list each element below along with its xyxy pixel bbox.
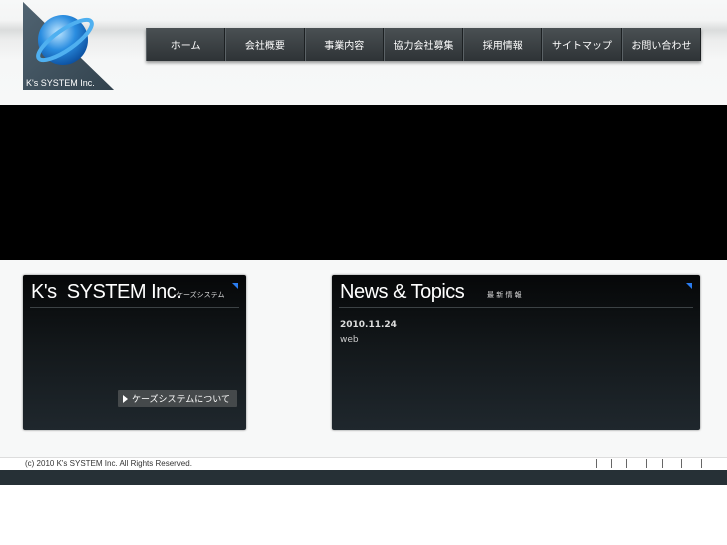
about-company-button[interactable]: ケーズシステムについて [118, 390, 237, 407]
nav-recruit[interactable]: 採用情報 [463, 28, 543, 61]
main-content: K's SYSTEM Inc. ケーズシステム ケーズシステムについて News… [0, 260, 727, 457]
footer-separator: | [680, 459, 684, 469]
header: K's SYSTEM Inc. ホーム 会社概要 事業内容 協力会社募集 採用情… [0, 0, 727, 105]
copyright: (c) 2010 K's SYSTEM Inc. All Rights Rese… [25, 459, 192, 468]
hero-banner [0, 105, 727, 260]
divider [339, 307, 693, 308]
footer-band [0, 470, 727, 485]
nav-company[interactable]: 会社概要 [225, 28, 305, 61]
footer: (c) 2010 K's SYSTEM Inc. All Rights Rese… [0, 457, 727, 470]
logo[interactable]: K's SYSTEM Inc. [23, 2, 114, 90]
footer-separator: | [700, 459, 704, 469]
footer-separator: | [625, 459, 629, 469]
divider [30, 307, 239, 308]
nav-home[interactable]: ホーム [146, 28, 226, 61]
play-arrow-icon [123, 394, 128, 403]
news-item-link[interactable]: web [340, 335, 359, 345]
footer-separator: | [595, 459, 599, 469]
news-panel: News & Topics 最 新 情 報 2010.11.24 web [332, 275, 700, 430]
nav-partners[interactable]: 協力会社募集 [383, 28, 464, 61]
main-nav: ホーム 会社概要 事業内容 協力会社募集 採用情報 サイトマップ お問い合わせ [146, 28, 701, 61]
logo-text: K's SYSTEM Inc. [26, 78, 95, 88]
nav-sitemap[interactable]: サイトマップ [542, 28, 622, 61]
news-title: News & Topics [340, 281, 465, 303]
about-subtitle: ケーズシステム [176, 291, 225, 299]
corner-marker-icon [232, 283, 238, 289]
logo-globe-icon: K's SYSTEM Inc. [23, 2, 114, 90]
footer-separator: | [610, 459, 614, 469]
corner-marker-icon [686, 283, 692, 289]
about-panel: K's SYSTEM Inc. ケーズシステム ケーズシステムについて [23, 275, 246, 430]
footer-separator: | [661, 459, 665, 469]
news-subtitle: 最 新 情 報 [487, 291, 522, 299]
news-date: 2010.11.24 [340, 320, 397, 330]
nav-business[interactable]: 事業内容 [304, 28, 384, 61]
about-button-label: ケーズシステムについて [132, 395, 231, 405]
about-title: K's SYSTEM Inc. [31, 281, 182, 303]
nav-contact[interactable]: お問い合わせ [621, 28, 701, 61]
footer-separator: | [645, 459, 649, 469]
